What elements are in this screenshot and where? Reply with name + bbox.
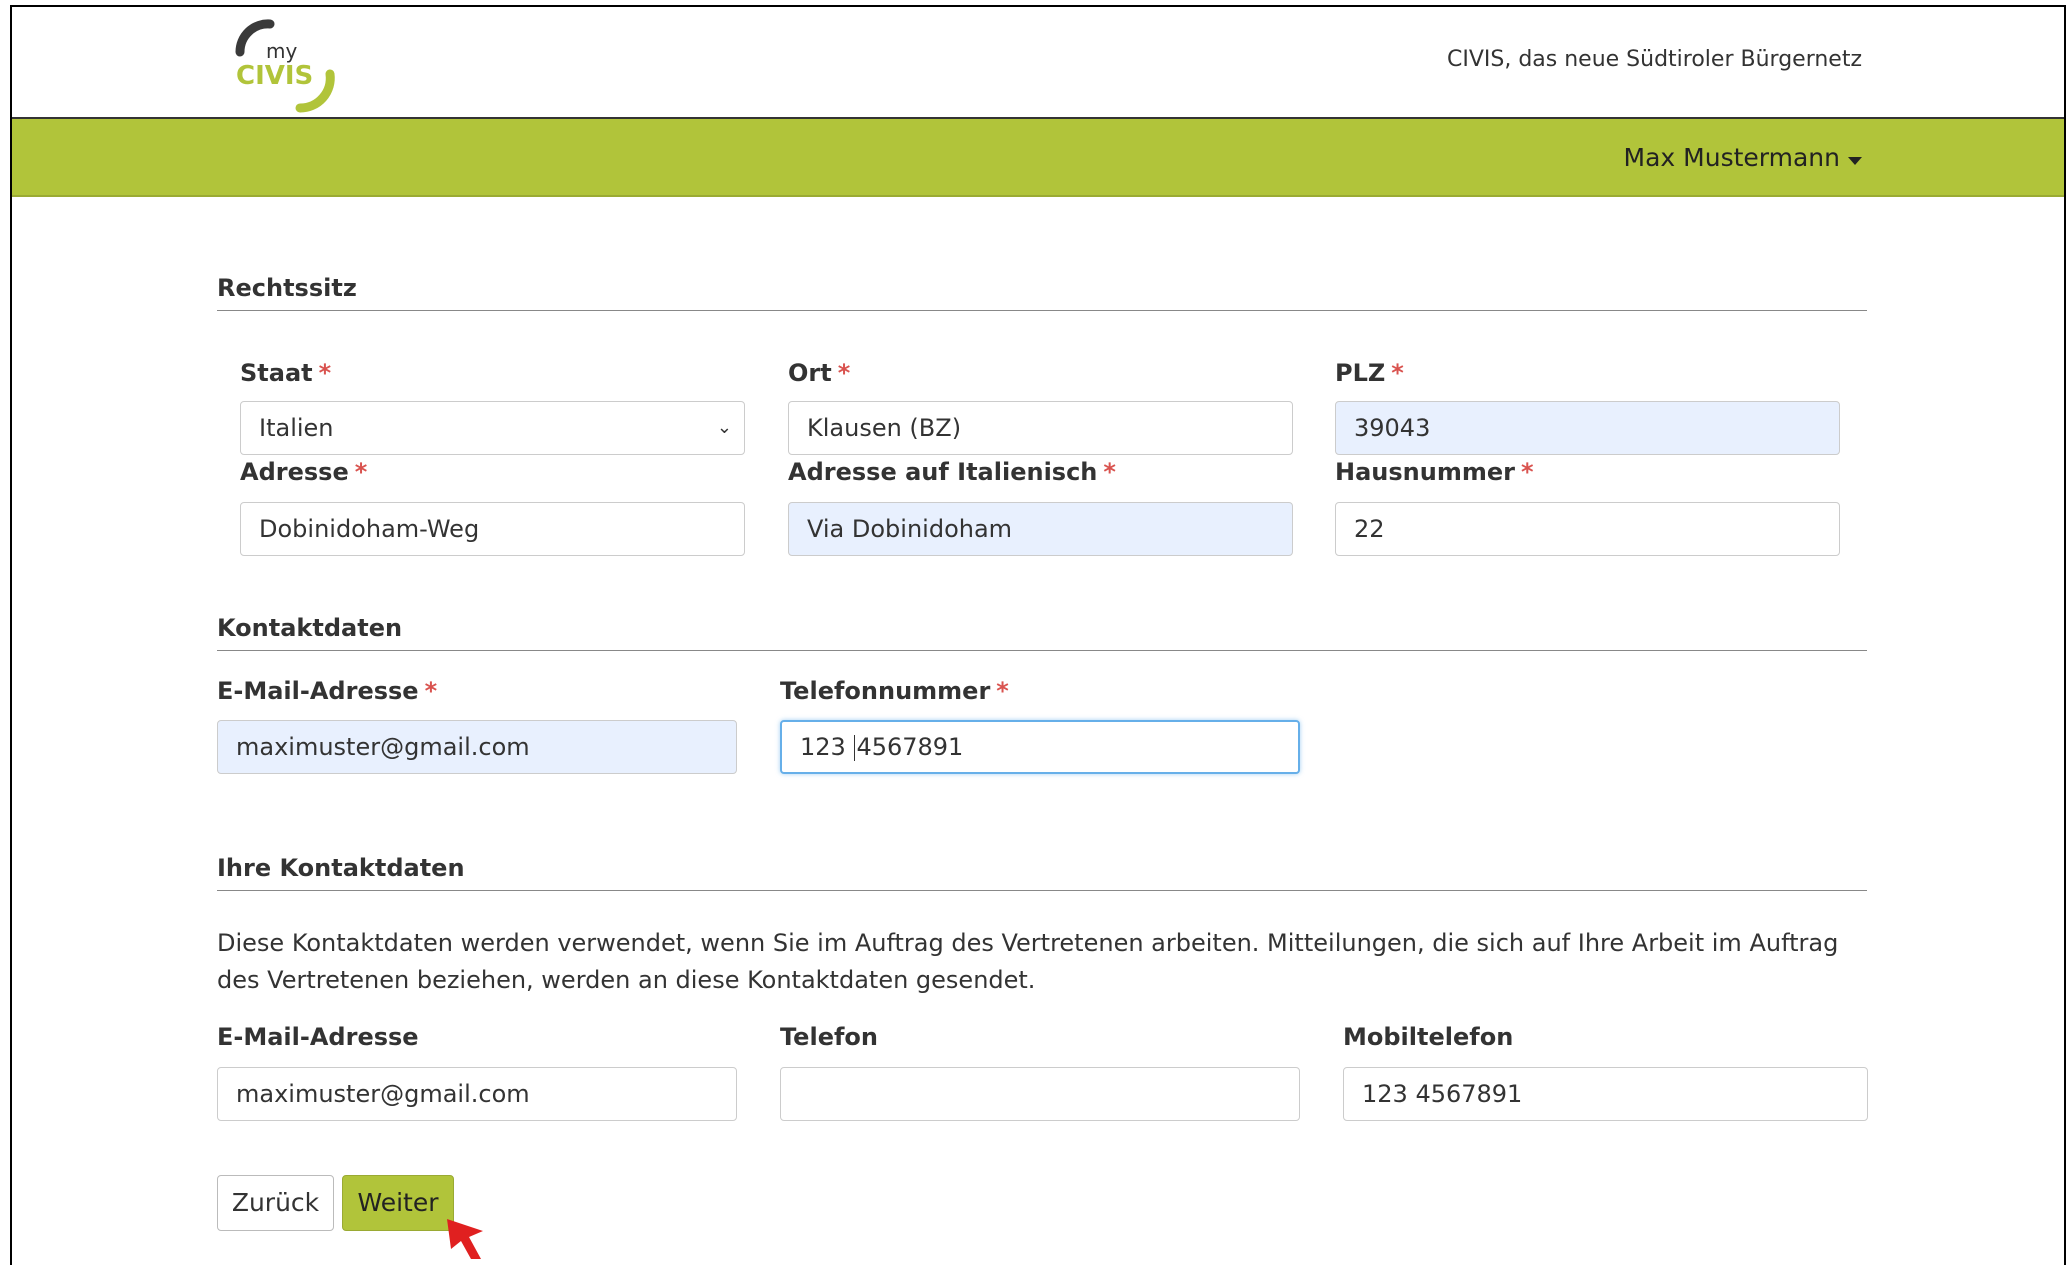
ort-label: Ort * bbox=[788, 359, 850, 387]
telefonnummer-label-text: Telefonnummer bbox=[780, 677, 991, 705]
mobiltelefon-label: Mobiltelefon bbox=[1343, 1023, 1514, 1051]
phone-text-after-caret: 4567891 bbox=[856, 733, 964, 761]
ihre-email-field[interactable]: maximuster@gmail.com bbox=[217, 1067, 737, 1121]
plz-label-text: PLZ bbox=[1335, 359, 1386, 387]
chevron-down-icon: ⌄ bbox=[716, 417, 732, 438]
adresse-it-label-text: Adresse auf Italienisch bbox=[788, 458, 1098, 486]
adresse-field[interactable]: Dobinidoham-Weg bbox=[240, 502, 745, 556]
user-name: Max Mustermann bbox=[1623, 143, 1840, 172]
adresse-it-field[interactable]: Via Dobinidoham bbox=[788, 502, 1293, 556]
required-mark: * bbox=[354, 458, 368, 486]
adresse-label-text: Adresse bbox=[240, 458, 349, 486]
required-mark: * bbox=[424, 677, 438, 705]
plz-field[interactable]: 39043 bbox=[1335, 401, 1840, 455]
site-tagline: CIVIS, das neue Südtiroler Bürgernetz bbox=[1446, 47, 1862, 72]
next-button[interactable]: Weiter bbox=[342, 1175, 454, 1231]
top-header: my CIVIS CIVIS, das neue Südtiroler Bürg… bbox=[12, 7, 2064, 119]
logo-civis-text: CIVIS bbox=[236, 61, 313, 91]
adresse-it-label: Adresse auf Italienisch * bbox=[788, 458, 1116, 486]
required-mark: * bbox=[1520, 458, 1534, 486]
ihre-email-label: E-Mail-Adresse bbox=[217, 1023, 419, 1051]
staat-label-text: Staat bbox=[240, 359, 313, 387]
section-ihre-kontaktdaten-title: Ihre Kontaktdaten bbox=[217, 854, 1867, 891]
plz-label: PLZ * bbox=[1335, 359, 1404, 387]
ort-field[interactable]: Klausen (BZ) bbox=[788, 401, 1293, 455]
required-mark: * bbox=[837, 359, 851, 387]
staat-value: Italien bbox=[259, 414, 334, 442]
required-mark: * bbox=[996, 677, 1009, 705]
mobiltelefon-field[interactable]: 123 4567891 bbox=[1343, 1067, 1868, 1121]
back-button[interactable]: Zurück bbox=[217, 1175, 334, 1231]
adresse-label: Adresse * bbox=[240, 458, 367, 486]
email-label-text: E-Mail-Adresse bbox=[217, 677, 419, 705]
ihre-kontaktdaten-description: Diese Kontaktdaten werden verwendet, wen… bbox=[217, 929, 1839, 994]
caret-down-icon bbox=[1848, 156, 1862, 165]
staat-label: Staat * bbox=[240, 359, 331, 387]
phone-text-before-caret: 123 bbox=[800, 733, 854, 761]
user-bar: Max Mustermann bbox=[12, 119, 2064, 197]
email-field[interactable]: maximuster@gmail.com bbox=[217, 720, 737, 774]
user-menu[interactable]: Max Mustermann bbox=[1624, 143, 1862, 172]
pointer-arrow-icon bbox=[447, 1219, 483, 1259]
telefonnummer-field[interactable]: 123 4567891 bbox=[780, 720, 1300, 774]
browser-page: my CIVIS CIVIS, das neue Südtiroler Bürg… bbox=[10, 5, 2066, 1265]
required-mark: * bbox=[318, 359, 332, 387]
required-mark: * bbox=[1103, 458, 1116, 486]
hausnummer-field[interactable]: 22 bbox=[1335, 502, 1840, 556]
staat-select[interactable]: Italien ⌄ bbox=[240, 401, 745, 455]
email-label: E-Mail-Adresse * bbox=[217, 677, 437, 705]
section-rechtssitz-title: Rechtssitz bbox=[217, 274, 1867, 311]
required-mark: * bbox=[1391, 359, 1404, 387]
hausnummer-label: Hausnummer * bbox=[1335, 458, 1534, 486]
telefonnummer-label: Telefonnummer * bbox=[780, 677, 1009, 705]
logo-my-text: my bbox=[266, 39, 297, 63]
section-kontaktdaten-title: Kontaktdaten bbox=[217, 614, 1867, 651]
hausnummer-label-text: Hausnummer bbox=[1335, 458, 1515, 486]
mycivis-logo[interactable]: my CIVIS bbox=[222, 12, 362, 122]
ort-label-text: Ort bbox=[788, 359, 832, 387]
ihre-telefon-label: Telefon bbox=[780, 1023, 878, 1051]
ihre-telefon-field[interactable] bbox=[780, 1067, 1300, 1121]
